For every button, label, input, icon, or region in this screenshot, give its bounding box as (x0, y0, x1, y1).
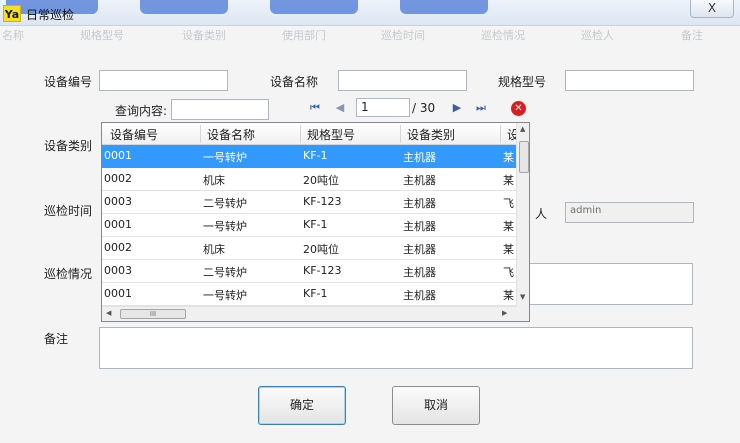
cell-spec: KF-123 (303, 195, 342, 208)
ghost-header: 巡检情况 (481, 29, 525, 42)
last-page-icon[interactable]: ⏭ (473, 100, 489, 116)
cell-extra: 某 (503, 151, 514, 164)
scroll-up-icon[interactable]: ▲ (520, 125, 525, 133)
app-icon: Ya (3, 5, 21, 22)
inspect-time-label: 巡检时间 (44, 204, 93, 218)
cell-extra: 飞 (503, 266, 514, 279)
table-row[interactable]: 0002 机床 20吨位 主机器 某 (102, 237, 516, 260)
inspect-status-input[interactable] (528, 263, 693, 305)
cell-code: 0003 (104, 264, 132, 277)
grid-header: 设备编号 设备名称 规格型号 设备类别 设 (102, 123, 516, 145)
cell-name: 一号转炉 (203, 289, 247, 302)
window-title: 日常巡检 (26, 8, 75, 22)
cell-code: 0003 (104, 195, 132, 208)
cell-extra: 某 (503, 243, 514, 256)
scroll-right-icon[interactable]: ▶ (502, 309, 507, 317)
ghost-header: 设备类别 (182, 29, 226, 42)
decorative-blob (140, 0, 228, 14)
table-row[interactable]: 0001 一号转炉 KF-1 主机器 某 (102, 214, 516, 237)
cell-name: 二号转炉 (203, 266, 247, 279)
vertical-scroll-thumb[interactable] (519, 141, 529, 173)
ghost-header: 规格型号 (80, 29, 124, 42)
table-row[interactable]: 0001 一号转炉 KF-1 主机器 某 (102, 145, 516, 168)
cancel-button[interactable]: 取消 (392, 386, 480, 425)
grid-col-header[interactable]: 设备名称 (207, 126, 255, 143)
cell-spec: KF-1 (303, 287, 328, 300)
cell-type: 主机器 (403, 174, 436, 187)
cell-type: 主机器 (403, 197, 436, 210)
grid-col-header[interactable]: 设备类别 (407, 126, 455, 143)
cell-type: 主机器 (403, 289, 436, 302)
vertical-scrollbar[interactable]: ▲ ▼ (516, 123, 529, 307)
cell-extra: 某 (503, 289, 514, 302)
first-page-icon[interactable]: ⏮ (307, 100, 323, 116)
cell-name: 一号转炉 (203, 220, 247, 233)
table-row[interactable]: 0003 二号转炉 KF-123 主机器 飞 (102, 191, 516, 214)
inspect-status-label: 巡检情况 (44, 267, 93, 281)
cell-spec: KF-123 (303, 264, 342, 277)
remark-label: 备注 (44, 332, 69, 346)
ghost-header: 备注 (681, 29, 703, 42)
decorative-blob (400, 0, 488, 14)
table-row[interactable]: 0001 一号转炉 KF-1 主机器 某 (102, 283, 516, 306)
cell-code: 0001 (104, 218, 132, 231)
spec-label: 规格型号 (498, 75, 547, 89)
spec-input[interactable] (565, 70, 694, 91)
inspector-label: 人 (535, 207, 548, 221)
horizontal-scrollbar[interactable]: ◀ III ▶ (102, 306, 516, 321)
next-page-icon[interactable]: ▶ (449, 100, 465, 116)
device-code-input[interactable] (99, 70, 228, 91)
cell-type: 主机器 (403, 220, 436, 233)
device-dropdown-grid[interactable]: 设备编号 设备名称 规格型号 设备类别 设 0001 一号转炉 KF-1 主机器… (101, 122, 530, 322)
ghost-header: 巡检时间 (381, 29, 425, 42)
grid-col-header[interactable]: 设 (507, 126, 516, 143)
query-label: 查询内容: (115, 104, 168, 118)
page-total: / 30 (412, 101, 436, 115)
cell-extra: 飞 (503, 197, 514, 210)
close-button[interactable]: X (690, 0, 734, 18)
cell-code: 0002 (104, 241, 132, 254)
cell-extra: 某 (503, 220, 514, 233)
inspector-input[interactable]: admin (565, 202, 694, 223)
cell-spec: 20吨位 (303, 243, 339, 256)
cell-extra: 某 (503, 174, 514, 187)
prev-page-icon[interactable]: ◀ (332, 100, 348, 116)
scrollbar-corner (516, 307, 529, 321)
background-column-headers: 名称 规格型号 设备类别 使用部门 巡检时间 巡检情况 巡检人 备注 (0, 26, 740, 42)
grid-col-header[interactable]: 规格型号 (307, 126, 355, 143)
table-row[interactable]: 0002 机床 20吨位 主机器 某 (102, 168, 516, 191)
cell-name: 机床 (203, 174, 225, 187)
cell-code: 0001 (104, 149, 132, 162)
cell-name: 一号转炉 (203, 151, 247, 164)
device-name-input[interactable] (338, 70, 467, 91)
cell-type: 主机器 (403, 151, 436, 164)
decorative-blob (270, 0, 358, 14)
cell-type: 主机器 (403, 243, 436, 256)
cell-spec: KF-1 (303, 218, 328, 231)
cell-code: 0001 (104, 287, 132, 300)
device-type-label: 设备类别 (44, 139, 93, 153)
horizontal-scroll-thumb[interactable]: III (120, 309, 186, 319)
page-number-input[interactable]: 1 (356, 98, 410, 117)
title-bar: Ya 日常巡检 X (0, 0, 740, 26)
cell-type: 主机器 (403, 266, 436, 279)
remark-input[interactable] (99, 327, 693, 369)
cell-spec: KF-1 (303, 149, 328, 162)
ghost-header: 名称 (2, 29, 24, 42)
ghost-header: 使用部门 (282, 29, 326, 42)
ghost-header: 巡检人 (581, 29, 614, 42)
cell-name: 机床 (203, 243, 225, 256)
device-code-label: 设备编号 (44, 75, 93, 89)
table-row[interactable]: 0003 二号转炉 KF-123 主机器 飞 (102, 260, 516, 283)
close-dropdown-icon[interactable]: ✕ (511, 101, 526, 116)
scroll-down-icon[interactable]: ▼ (520, 293, 525, 301)
grid-col-header[interactable]: 设备编号 (110, 126, 158, 143)
scroll-left-icon[interactable]: ◀ (106, 309, 111, 317)
query-input[interactable] (171, 99, 269, 120)
cell-name: 二号转炉 (203, 197, 247, 210)
ok-button[interactable]: 确定 (258, 386, 346, 425)
cell-spec: 20吨位 (303, 174, 339, 187)
device-name-label: 设备名称 (270, 75, 319, 89)
cell-code: 0002 (104, 172, 132, 185)
